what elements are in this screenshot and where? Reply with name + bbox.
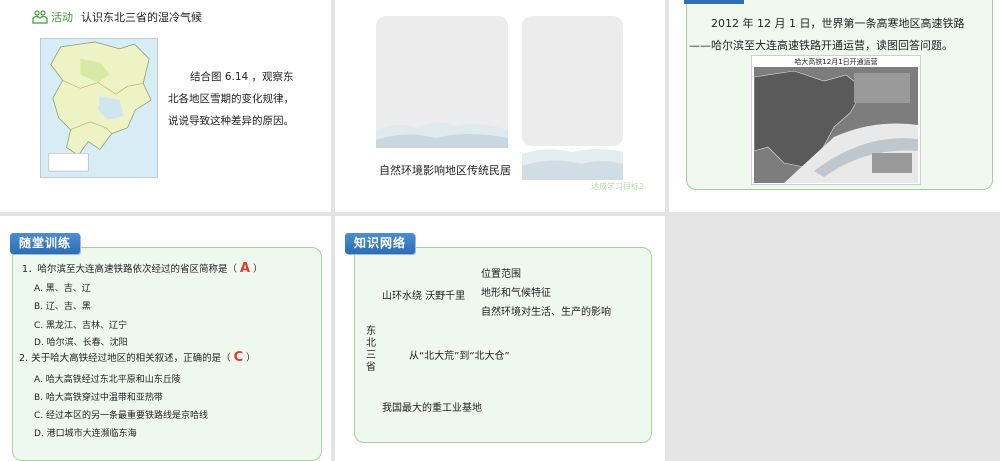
network-item-granary: 从“北大荒”到“北大仓” [409,351,510,362]
snow-scene-1 [376,122,508,148]
railway-photo-title: 哈大高铁12月1日开通运营 [794,58,878,66]
question-2: 2. 关于哈大高铁经过地区的相关叙述，正确的是（ C） [19,350,256,365]
card-tab [684,0,744,4]
question-2-option: B. 哈大高铁穿过中温带和亚热带 [34,393,163,403]
network-item-landscape: 山环水绕 沃野千里 [382,291,466,302]
railway-news-photo: 哈大高铁12月1日开通运营 [751,55,921,185]
slide-railway[interactable]: 2012 年 12 月 1 日，世界第一条高寒地区高速铁路——哈尔滨至大连高速铁… [669,0,1000,212]
question-2-answer: C [233,350,244,365]
network-sub-terrain: 地形和气候特征 [481,288,551,299]
question-1-option: D. 哈尔滨、长春、沈阳 [34,338,128,348]
question-2-option: D. 港口城市大连濒临东海 [34,429,137,439]
question-1-option: B. 辽、吉、黑 [34,302,91,312]
question-2-option: C. 经过本区的另一条最重要铁路线是京哈线 [34,411,209,421]
activity-text: 结合图 6.14 ，观察东北各地区雪期的变化规律，说说导致这种差异的原因。 [168,71,294,127]
activity-header: 活动 认识东北三省的湿冷气候 [32,9,202,25]
slide-dwellings[interactable]: 自然环境影响地区传统民居 达成学习目标2 [335,0,665,212]
practice-badge: 随堂训练 [10,233,81,254]
empty-slide-slot [669,216,1000,461]
network-item-industry: 我国最大的重工业基地 [382,403,482,414]
snow-scene-2 [522,149,623,180]
activity-label: 活动 [51,11,73,24]
activity-icon [32,10,48,24]
knowledge-badge: 知识网络 [345,233,416,254]
dwelling-photo-2 [522,16,623,146]
question-1: 1．哈尔滨至大连高速铁路依次经过的省区简称是（ A） [22,261,263,276]
question-1-close: ） [253,264,263,275]
question-1-answer: A [240,261,251,276]
slide-knowledge-network[interactable]: 知识网络 位置范围 山环水绕 沃野千里 地形和气候特征 自然环境对生活、生产的影… [335,216,665,461]
learning-goal-watermark: 达成学习目标2 [591,182,645,191]
question-2-option: A. 哈大高铁经过东北平原和山东丘陵 [34,375,181,385]
dwellings-caption: 自然环境影响地区传统民居 [379,164,511,177]
railway-text: 2012 年 12 月 1 日，世界第一条高寒地区高速铁路——哈尔滨至大连高速铁… [689,17,965,52]
network-sub-impact: 自然环境对生活、生产的影响 [481,307,611,318]
activity-title: 认识东北三省的湿冷气候 [81,11,202,24]
northeast-snow-map [40,38,158,178]
question-2-close: ） [246,353,256,364]
question-2-text: 2. 关于哈大高铁经过地区的相关叙述，正确的是（ [19,353,231,364]
slide-practice[interactable]: 随堂训练 1．哈尔滨至大连高速铁路依次经过的省区简称是（ A） A. 黑、吉、辽 … [0,216,331,461]
question-1-text: 1．哈尔滨至大连高速铁路依次经过的省区简称是（ [22,264,238,275]
railway-photo-image [754,67,918,183]
slide-activity[interactable]: 活动 认识东北三省的湿冷气候 结合图 6.14 ，观察东北各地区雪期的变化规律，… [0,0,331,212]
network-center-topic: 东北三省 [366,326,376,373]
network-sub-location: 位置范围 [481,269,521,280]
question-1-option: C. 黑龙江、吉林、辽宁 [34,321,128,331]
question-1-option: A. 黑、吉、辽 [34,284,91,294]
